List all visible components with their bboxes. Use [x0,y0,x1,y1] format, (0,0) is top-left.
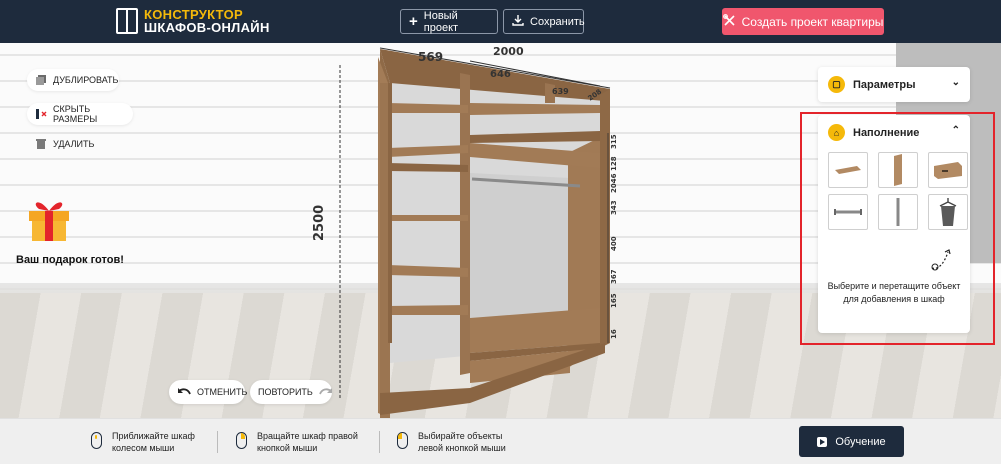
parameters-panel[interactable]: ▢ Параметры ⌄ [818,67,970,102]
logo[interactable]: КОНСТРУКТОР ШКАФОВ-ОНЛАЙН [116,8,270,34]
dimension-section-2: 639 [552,87,569,96]
download-icon [512,14,524,29]
parameters-title: Параметры [853,78,916,91]
redo-arrow-icon [319,386,333,398]
trash-icon [35,138,47,150]
dimension-height: 343 [610,200,618,215]
create-flat-project-button[interactable]: Создать проект квартиры [722,8,884,35]
save-button[interactable]: Сохранить [503,9,585,34]
shelf[interactable] [388,215,468,221]
ruler-off-icon [35,108,47,120]
highlight-box [800,112,995,345]
tip-select: Выбирайте объекты левой кнопкой мыши [397,430,506,454]
dimension-depth: 569 [418,50,443,64]
gift-label[interactable]: Ваш подарок готов! [16,254,124,266]
dimension-height: 367 [610,269,618,284]
hide-sizes-button[interactable]: СКРЫТЬ РАЗМЕРЫ [27,103,133,125]
tip-zoom: Приближайте шкаф колесом мыши [91,430,195,454]
play-icon [817,436,828,447]
dimension-height: 2046 [610,173,618,193]
tutorial-button[interactable]: Обучение [799,426,904,457]
undo-arrow-icon [177,386,191,398]
dimension-height: 128 [610,156,618,171]
dimension-height-total: 2500 [312,205,327,241]
mouse-wheel-icon [91,432,102,449]
shelf[interactable] [388,305,468,315]
gift-icon[interactable] [25,193,73,243]
dimension-height: 16 [610,329,618,339]
logo-line-2: ШКАФОВ-ОНЛАЙН [144,20,270,35]
delete-button[interactable]: УДАЛИТЬ [27,133,94,155]
tip-rotate: Вращайте шкаф правой кнопкой мыши [236,430,358,454]
footer-bar: Приближайте шкаф колесом мыши Вращайте шк… [0,418,1001,464]
mouse-right-click-icon [236,432,247,449]
undo-button[interactable]: ОТМЕНИТЬ [169,380,247,404]
duplicate-button[interactable]: ДУБЛИРОВАТЬ [27,69,119,91]
copy-icon [35,74,47,86]
parameters-icon: ▢ [828,76,845,93]
dimension-height: 315 [610,134,618,149]
divider-1[interactable] [460,73,470,375]
top-bar: КОНСТРУКТОР ШКАФОВ-ОНЛАЙН + Новый проект… [0,0,1001,43]
plus-icon: + [409,13,418,30]
wardrobe-logo-icon [116,8,138,34]
tools-icon [722,13,736,30]
dimension-height: 165 [610,293,618,308]
new-project-button[interactable]: + Новый проект [400,9,498,34]
chevron-down-icon[interactable]: ⌄ [952,77,960,88]
dimension-section-1: 646 [490,69,511,80]
redo-button[interactable]: ПОВТОРИТЬ [250,380,332,404]
mouse-left-click-icon [397,432,408,449]
dimension-height: 400 [610,236,618,251]
dimension-width-total: 2000 [493,45,524,58]
